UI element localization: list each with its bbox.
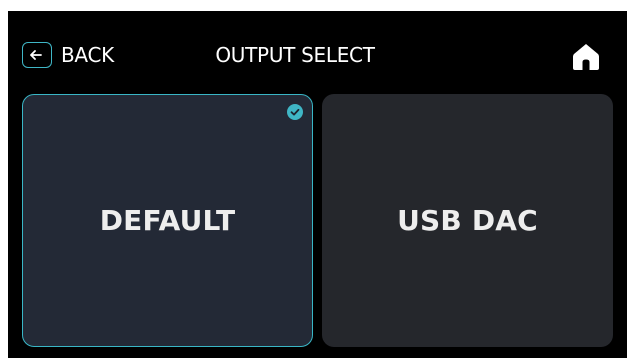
home-button[interactable] — [570, 41, 602, 73]
checkmark-icon — [287, 104, 303, 120]
home-icon — [573, 44, 599, 70]
output-select-screen: BACK OUTPUT SELECT DEFAULT USB DAC — [8, 11, 627, 358]
page-title: OUTPUT SELECT — [215, 43, 375, 67]
output-option-label: DEFAULT — [99, 204, 236, 237]
top-bar: BACK OUTPUT SELECT — [8, 11, 627, 94]
output-option-label: USB DAC — [397, 204, 538, 237]
output-option-default[interactable]: DEFAULT — [22, 94, 313, 347]
output-option-usb-dac[interactable]: USB DAC — [322, 94, 613, 347]
